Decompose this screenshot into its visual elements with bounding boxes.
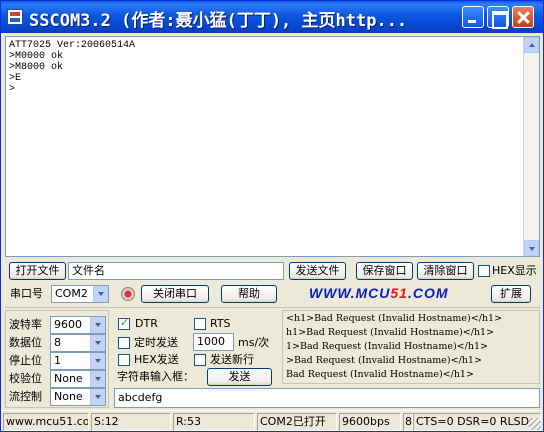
stopbits-value: 1 xyxy=(54,354,61,367)
watermark-logo-icon xyxy=(415,385,543,429)
chevron-down-icon[interactable] xyxy=(90,317,105,333)
output-line: >Bad Request (Invalid Hostname)</h1> xyxy=(286,355,482,366)
receive-area[interactable]: ATT7025 Ver:20060514A >M0000 ok >M8000 o… xyxy=(5,36,540,257)
port-status-indicator-icon xyxy=(121,287,135,301)
parity-value: None xyxy=(54,372,83,385)
website-text: WWW.MCU xyxy=(309,285,391,301)
flow-select[interactable]: None xyxy=(50,388,106,406)
timed-send-label: 定时发送 xyxy=(134,336,178,349)
dtr-label: DTR xyxy=(135,317,158,330)
send-newline-label: 发送新行 xyxy=(210,353,254,366)
baud-select[interactable]: 9600 xyxy=(50,316,106,334)
send-newline-checkbox[interactable] xyxy=(194,354,206,366)
status-received-count: R:53 xyxy=(173,413,255,431)
hex-display-label: HEX显示 xyxy=(492,264,537,277)
status-sent-count: S:12 xyxy=(91,413,171,431)
parity-label: 校验位 xyxy=(9,372,42,385)
hex-display-checkbox[interactable] xyxy=(478,265,490,277)
baud-value: 9600 xyxy=(54,318,82,331)
hex-send-checkbox[interactable] xyxy=(118,354,130,366)
output-line: h1>Bad Request (Invalid Hostname)</h1> xyxy=(286,327,495,338)
status-baud: 9600bps xyxy=(339,413,401,431)
flow-label: 流控制 xyxy=(9,390,42,403)
file-name-field[interactable]: 文件名 xyxy=(68,262,284,280)
sscom-window: SSCOM3.2 (作者:聂小猛(丁丁), 主页http... ATT7025 … xyxy=(0,0,544,432)
parity-select[interactable]: None xyxy=(50,370,106,388)
save-window-button[interactable]: 保存窗口 xyxy=(356,262,413,280)
expand-button[interactable]: 扩展 xyxy=(491,285,531,303)
port-select[interactable]: COM2 xyxy=(51,285,109,303)
interval-input[interactable]: 1000 xyxy=(193,333,234,351)
hex-send-label: HEX发送 xyxy=(134,353,179,366)
output-line: 1>Bad Request (Invalid Hostname)</h1> xyxy=(286,341,488,352)
clear-window-button[interactable]: 清除窗口 xyxy=(417,262,474,280)
maximize-button[interactable] xyxy=(487,6,509,29)
status-website[interactable]: www.mcu51.cor xyxy=(3,413,89,431)
help-button[interactable]: 帮助 xyxy=(221,285,277,303)
open-file-button[interactable]: 打开文件 xyxy=(9,262,66,280)
databits-label: 数据位 xyxy=(9,336,42,349)
output-line: <h1>Bad Request (Invalid Hostname)</h1> xyxy=(286,313,503,324)
send-file-button[interactable]: 发送文件 xyxy=(289,262,346,280)
input-label: 字符串输入框： xyxy=(117,370,194,383)
scroll-up-icon[interactable] xyxy=(524,37,539,53)
window-title: SSCOM3.2 (作者:聂小猛(丁丁), 主页http... xyxy=(29,11,408,31)
vertical-scrollbar[interactable] xyxy=(523,37,539,256)
scroll-down-icon[interactable] xyxy=(524,240,539,256)
status-config: 8 xyxy=(403,413,413,431)
flow-value: None xyxy=(54,390,83,403)
stopbits-label: 停止位 xyxy=(9,354,42,367)
chevron-down-icon[interactable] xyxy=(90,353,105,369)
terminal-line: >M8000 ok xyxy=(9,62,64,73)
terminal-line: >M0000 ok xyxy=(9,51,64,62)
terminal-line: > xyxy=(9,84,16,95)
databits-value: 8 xyxy=(54,336,61,349)
terminal-line: ATT7025 Ver:20060514A xyxy=(9,40,136,51)
rts-checkbox[interactable] xyxy=(194,318,206,330)
databits-select[interactable]: 8 xyxy=(50,334,106,352)
chevron-down-icon[interactable] xyxy=(90,371,105,387)
port-label: 串口号 xyxy=(10,287,43,300)
interval-unit: ms/次 xyxy=(238,336,270,349)
port-value: COM2 xyxy=(55,287,88,300)
baud-label: 波特率 xyxy=(9,318,42,331)
close-button[interactable] xyxy=(512,6,534,28)
status-port: COM2已打开 xyxy=(257,413,337,431)
close-port-button[interactable]: 关闭串口 xyxy=(141,285,209,303)
stopbits-select[interactable]: 1 xyxy=(50,352,106,370)
extension-output-panel: <h1>Bad Request (Invalid Hostname)</h1> … xyxy=(282,310,540,384)
website-link[interactable]: WWW.MCU51.COM xyxy=(309,285,449,301)
app-icon xyxy=(7,9,23,25)
title-bar[interactable]: SSCOM3.2 (作者:聂小猛(丁丁), 主页http... xyxy=(1,1,543,33)
chevron-down-icon[interactable] xyxy=(90,389,105,405)
divider xyxy=(5,307,541,308)
chevron-down-icon[interactable] xyxy=(93,286,108,302)
website-brand: 51 xyxy=(390,285,408,301)
terminal-line: >E xyxy=(9,73,22,84)
timed-send-checkbox[interactable] xyxy=(118,337,130,349)
output-line: Bad Request (Invalid Hostname)</h1> xyxy=(286,369,474,380)
dtr-checkbox[interactable] xyxy=(118,316,130,330)
minimize-button[interactable] xyxy=(462,6,484,28)
website-suffix: .COM xyxy=(407,285,449,301)
chevron-down-icon[interactable] xyxy=(90,335,105,351)
rts-label: RTS xyxy=(210,317,231,330)
send-button[interactable]: 发送 xyxy=(207,368,272,386)
